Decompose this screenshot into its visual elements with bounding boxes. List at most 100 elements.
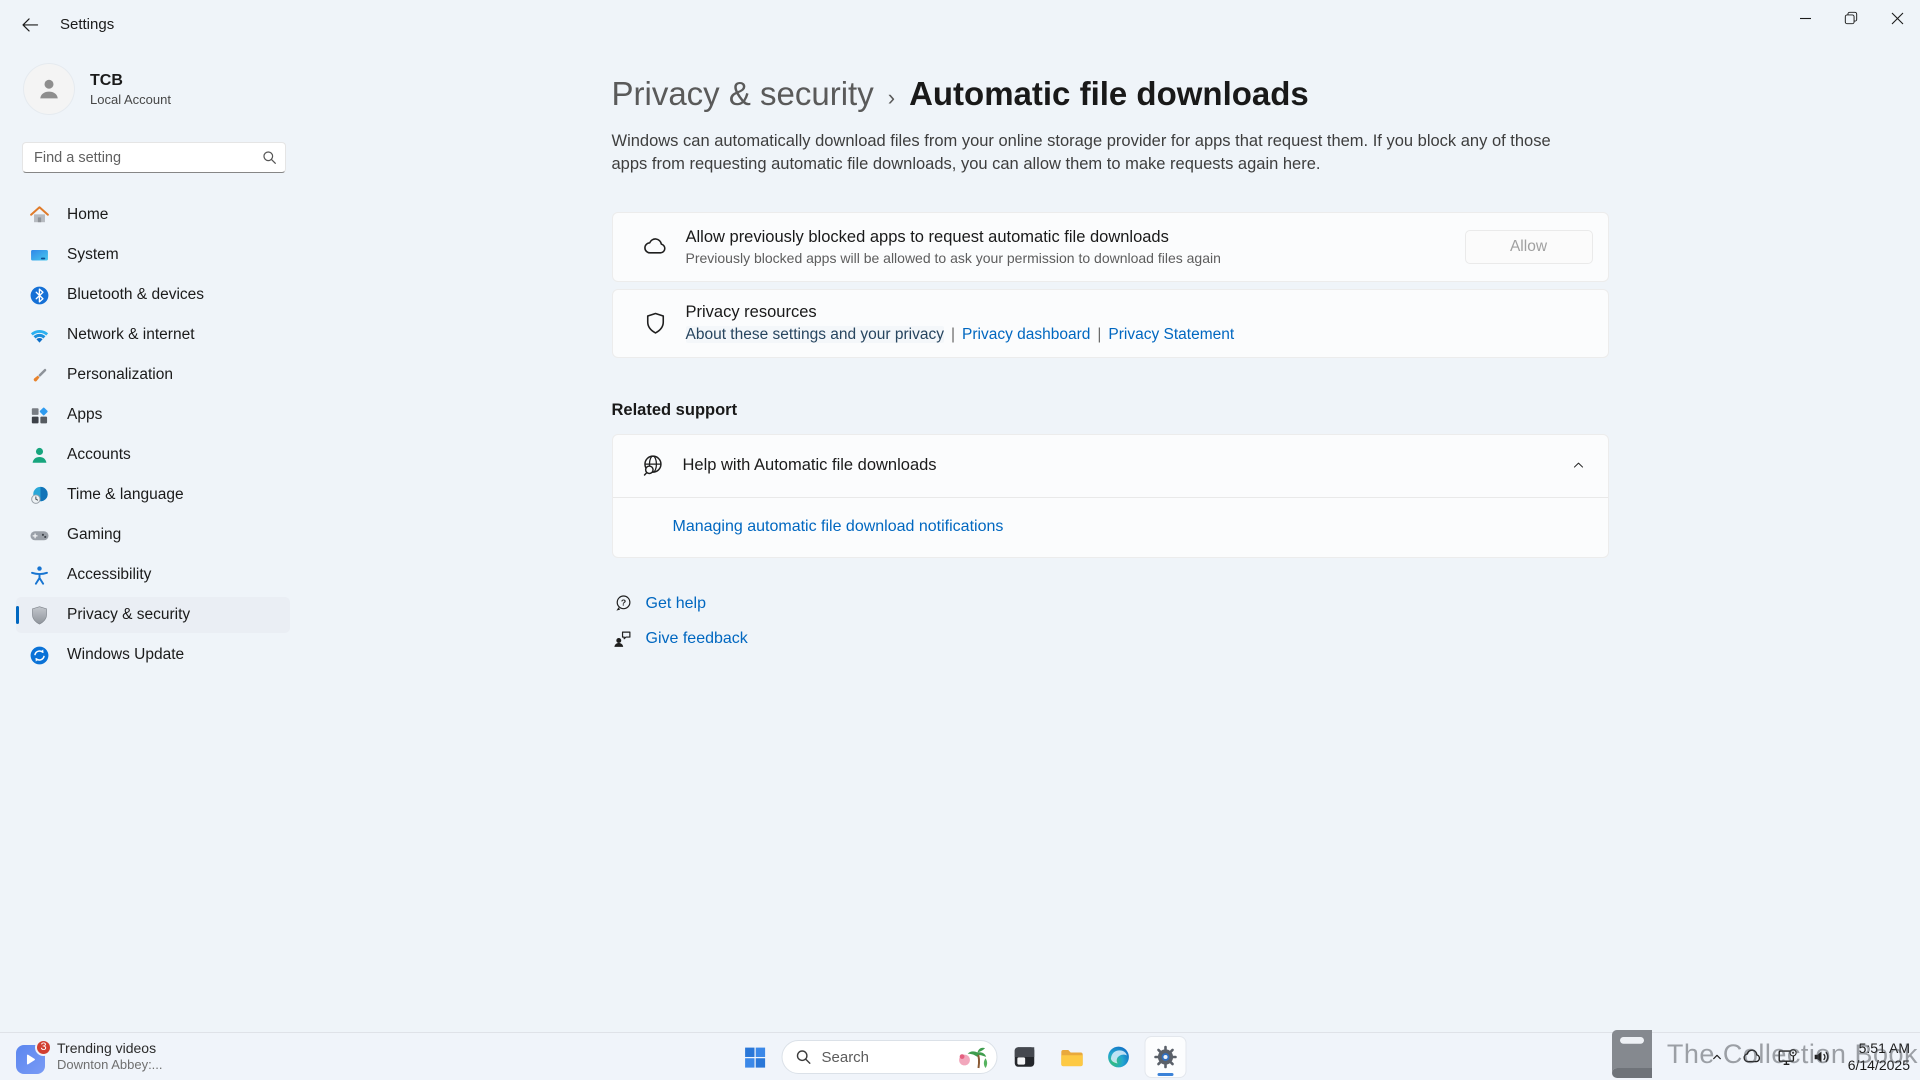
sidebar-item-accounts[interactable]: Accounts: [16, 437, 290, 473]
account-name: TCB: [90, 71, 123, 89]
minimize-button[interactable]: [1782, 0, 1828, 36]
active-app-indicator: [1157, 1073, 1174, 1076]
file-explorer-icon: [1060, 1049, 1083, 1066]
taskbar-search-placeholder: Search: [821, 1048, 870, 1066]
edge-browser-button[interactable]: [1099, 1037, 1139, 1077]
accounts-icon: [32, 447, 47, 463]
sidebar-item-home[interactable]: Home: [16, 197, 290, 233]
monitor-network-icon: [1778, 1049, 1797, 1066]
start-button[interactable]: [735, 1037, 775, 1077]
taskbar-search-box[interactable]: Search: [781, 1040, 998, 1074]
taskbar: 3 Trending videos Downton Abbey:... Sear…: [0, 1030, 1920, 1080]
selected-indicator: [16, 606, 19, 624]
globe-search-icon: [643, 455, 662, 476]
settings-app-button[interactable]: [1145, 1037, 1186, 1077]
file-explorer-button[interactable]: [1052, 1037, 1092, 1077]
sidebar-nav: Home System Bluetooth & devices Network …: [16, 197, 290, 673]
onedrive-tray-icon[interactable]: [1739, 1044, 1765, 1070]
close-icon: [1891, 12, 1903, 24]
taskbar-app-dark-window[interactable]: [1005, 1037, 1045, 1077]
window-title: Settings: [60, 15, 115, 33]
main-content: Privacy & security › Automatic file down…: [300, 48, 1920, 1032]
restore-icon: [1844, 11, 1858, 25]
sidebar-item-gaming[interactable]: Gaming: [16, 517, 290, 553]
network-tray-icon[interactable]: [1774, 1044, 1800, 1070]
sidebar-item-label: System: [67, 246, 119, 263]
tray-chevron-up[interactable]: [1704, 1044, 1730, 1070]
settings-search: [22, 142, 286, 173]
avatar: [24, 64, 74, 114]
sidebar-item-personalization[interactable]: Personalization: [16, 357, 290, 393]
managing-notifications-link[interactable]: Managing automatic file download notific…: [673, 518, 1004, 536]
sidebar-item-label: Accounts: [67, 446, 131, 463]
widget-title: Trending videos: [57, 1040, 157, 1056]
sidebar-item-time-language[interactable]: Time & language: [16, 477, 290, 513]
help-expander-header[interactable]: Help with Automatic file downloads: [613, 435, 1608, 497]
titlebar: Settings: [0, 0, 1920, 48]
sidebar-item-bluetooth-devices[interactable]: Bluetooth & devices: [16, 277, 290, 313]
allow-card-title: Allow previously blocked apps to request…: [685, 227, 1169, 246]
link-separator: |: [950, 325, 956, 343]
windows-logo-icon: [744, 1047, 765, 1068]
about-settings-privacy-link[interactable]: About these settings and your privacy: [685, 325, 944, 343]
get-help-link[interactable]: Get help: [646, 595, 706, 613]
close-button[interactable]: [1874, 0, 1920, 36]
cloud-icon: [1743, 1049, 1760, 1063]
back-button[interactable]: [12, 7, 46, 41]
sidebar-item-accessibility[interactable]: Accessibility: [16, 557, 290, 593]
widget-subtitle: Downton Abbey:...: [57, 1057, 163, 1072]
privacy-statement-link[interactable]: Privacy Statement: [1108, 326, 1234, 343]
chevron-up-icon: [1573, 462, 1583, 468]
sidebar-item-label: Windows Update: [67, 646, 185, 663]
windows-update-icon: [30, 646, 49, 664]
footer-links: ? Get help Give feedback: [612, 593, 1609, 650]
restore-button[interactable]: [1828, 0, 1874, 36]
speaker-icon: [1814, 1051, 1829, 1063]
sidebar-item-label: Accessibility: [67, 566, 152, 583]
privacy-dashboard-link[interactable]: Privacy dashboard: [962, 326, 1090, 343]
taskbar-center: Search: [735, 1033, 1186, 1080]
privacy-resources-card: Privacy resources About these settings a…: [611, 288, 1609, 358]
system-tray: 5:51 AM 6/14/2025: [1704, 1033, 1910, 1080]
apps-icon: [31, 407, 48, 423]
sidebar-item-network-internet[interactable]: Network & internet: [16, 317, 290, 353]
settings-gear-icon: [1154, 1045, 1177, 1069]
sidebar-item-privacy-security[interactable]: Privacy & security: [16, 597, 290, 633]
notification-badge: 3: [35, 1038, 52, 1056]
taskbar-clock[interactable]: 5:51 AM 6/14/2025: [1848, 1040, 1910, 1074]
sidebar-item-label: Bluetooth & devices: [67, 286, 205, 303]
clock-time: 5:51 AM: [1858, 1039, 1910, 1056]
window-controls: [1782, 0, 1920, 36]
widgets-button[interactable]: 3 Trending videos Downton Abbey:...: [12, 1038, 171, 1074]
sidebar-item-label: Home: [67, 206, 109, 223]
dark-window-app-icon: [1014, 1047, 1035, 1067]
get-help-icon: ?: [615, 594, 630, 611]
give-feedback-link[interactable]: Give feedback: [646, 630, 748, 648]
search-icon: [796, 1050, 811, 1064]
search-icon: [262, 150, 277, 165]
feedback-icon: [613, 631, 630, 647]
page-description: Windows can automatically download files…: [611, 132, 1551, 173]
time-language-icon: [31, 486, 48, 504]
account-type: Local Account: [90, 91, 171, 107]
breadcrumb-parent[interactable]: Privacy & security: [612, 75, 874, 113]
allow-button[interactable]: Allow: [1464, 229, 1593, 264]
search-highlight-art-icon: [959, 1047, 988, 1069]
allow-blocked-apps-card: Allow previously blocked apps to request…: [611, 211, 1609, 282]
sidebar-item-windows-update[interactable]: Windows Update: [16, 637, 290, 673]
sidebar-item-label: Network & internet: [67, 326, 195, 343]
chevron-up-icon: [1712, 1054, 1721, 1060]
privacy-resources-links: About these settings and your privacy | Pr…: [685, 325, 1234, 344]
breadcrumb: Privacy & security › Automatic file down…: [612, 75, 1609, 113]
get-help-row: ? Get help: [612, 593, 1609, 615]
accessibility-icon: [31, 565, 48, 585]
clock-date: 6/14/2025: [1847, 1057, 1910, 1073]
sidebar-item-label: Privacy & security: [67, 606, 191, 623]
account-card[interactable]: TCB Local Account: [24, 64, 290, 114]
sidebar-item-apps[interactable]: Apps: [16, 397, 290, 433]
shield-outline-icon: [646, 312, 664, 334]
sidebar-item-system[interactable]: System: [16, 237, 290, 273]
find-setting-input[interactable]: [22, 142, 286, 173]
arrow-left-icon: [21, 17, 38, 32]
volume-tray-icon[interactable]: [1809, 1044, 1835, 1070]
